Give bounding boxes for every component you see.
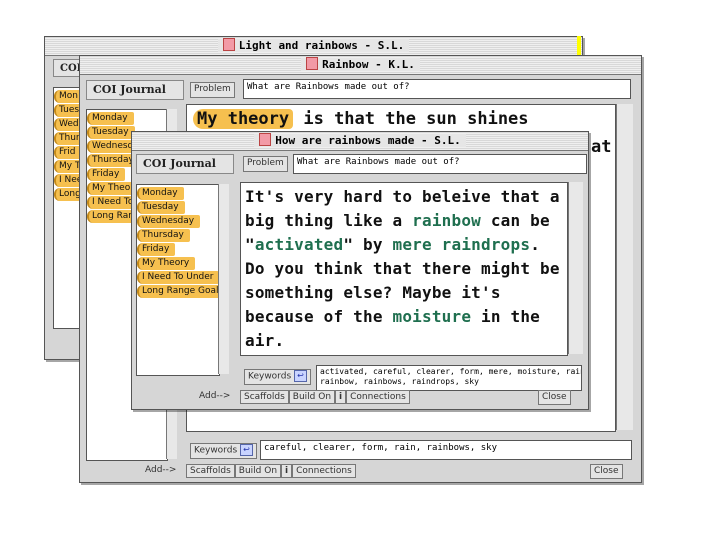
note-body[interactable]: It's very hard to beleive that a big thi… — [240, 182, 568, 356]
keyword-rainbow[interactable]: rainbow — [412, 211, 481, 230]
add-label: Add--> — [199, 391, 231, 401]
add-label: Add--> — [145, 465, 177, 475]
keywords-line1: activated, careful, clearer, form, mere,… — [320, 367, 582, 376]
keyword-activated[interactable]: activated — [255, 235, 344, 254]
problem-field[interactable]: What are Rainbows made out of? — [293, 154, 587, 174]
keywords-line2: rainbow, rainbows, raindrops, sky — [320, 377, 479, 386]
theory-scaffold[interactable]: My theory — [193, 109, 294, 129]
journal-tag-list: Monday Tuesday Wednesday Thursday Friday My T… — [136, 184, 220, 376]
problem-button[interactable]: Problem — [190, 82, 235, 98]
keywords-field[interactable]: activated, careful, clearer, form, mere,… — [316, 365, 582, 391]
scaffolds-button[interactable]: Scaffolds — [240, 390, 289, 404]
close-button[interactable]: Close — [538, 390, 571, 405]
keywords-value: careful, clearer, form, rain, rainbows, … — [264, 443, 497, 453]
problem-field[interactable]: What are Rainbows made out of? — [243, 79, 631, 99]
note-scrollbar[interactable] — [568, 182, 583, 354]
connections-button[interactable]: Connections — [346, 390, 410, 404]
document-icon — [259, 133, 272, 146]
note-text-line1: is that the sun shines — [293, 109, 529, 129]
keywords-button[interactable]: Keywords ↩ — [190, 443, 258, 459]
close-label: Close — [542, 392, 567, 402]
journal-header: COI Journal — [136, 154, 234, 174]
keyword-arrow-icon: ↩ — [240, 444, 254, 456]
journal-tag[interactable]: Tuesday — [87, 126, 135, 139]
info-button[interactable]: i — [335, 390, 347, 404]
build-on-button[interactable]: Build On — [288, 390, 336, 404]
problem-label: Problem — [194, 84, 231, 94]
problem-label: Problem — [247, 158, 284, 168]
keywords-label: Keywords — [194, 445, 238, 456]
journal-header-label: COI Journal — [143, 157, 216, 170]
document-icon — [306, 57, 319, 70]
close-button[interactable]: Close — [590, 464, 623, 479]
keyword-mere-raindrops[interactable]: mere raindrops — [393, 235, 531, 254]
journal-tag[interactable]: Monday — [137, 187, 184, 200]
journal-tag[interactable]: Friday — [87, 168, 126, 181]
journal-tag[interactable]: Monday — [87, 112, 134, 125]
keywords-button[interactable]: Keywords ↩ — [244, 369, 312, 385]
journal-scrollbar[interactable] — [218, 184, 229, 374]
keyword-moisture[interactable]: moisture — [393, 307, 472, 326]
window-titlebar[interactable]: Light and rainbows - S.L. — [45, 37, 582, 56]
journal-header: COI Journal — [86, 80, 184, 100]
note-text: My theory is that the sun shines — [193, 109, 529, 129]
note-scrollbar[interactable] — [616, 104, 633, 430]
window-title: How are rainbows made - S.L. — [275, 134, 461, 147]
bottom-toolbar: Scaffolds Build On i Connections — [240, 390, 410, 404]
info-button[interactable]: i — [281, 464, 293, 478]
build-on-button[interactable]: Build On — [234, 464, 282, 478]
journal-tag[interactable]: Friday — [137, 243, 176, 256]
add-button[interactable]: Add--> — [142, 464, 179, 477]
journal-tag[interactable]: Tuesday — [137, 201, 185, 214]
problem-button[interactable]: Problem — [243, 156, 288, 172]
problem-value: What are Rainbows made out of? — [247, 82, 410, 92]
document-icon — [222, 38, 235, 51]
journal-tag[interactable]: Long Range Goal — [137, 285, 219, 298]
journal-tag[interactable]: Thursday — [137, 229, 190, 242]
journal-tag[interactable]: My Theory — [137, 257, 196, 270]
keywords-label: Keywords — [248, 371, 292, 382]
window-title: Rainbow - K.L. — [322, 58, 415, 71]
window-how-are-rainbows-made: How are rainbows made - S.L. COI Journal… — [131, 131, 589, 410]
note-text: It's very hard to beleive that a big thi… — [245, 187, 560, 350]
window-title: Light and rainbows - S.L. — [238, 39, 405, 52]
problem-value: What are Rainbows made out of? — [297, 157, 460, 167]
connections-button[interactable]: Connections — [292, 464, 356, 478]
add-button[interactable]: Add--> — [196, 390, 233, 403]
journal-tag[interactable]: Wednesday — [137, 215, 201, 228]
journal-header-label: COI Journal — [93, 83, 166, 96]
keyword-arrow-icon: ↩ — [294, 370, 308, 382]
journal-tag[interactable]: Frid — [54, 146, 82, 159]
window-titlebar[interactable]: Rainbow - K.L. — [80, 56, 641, 75]
clipped-text: at — [591, 137, 612, 157]
bottom-toolbar: Scaffolds Build On i Connections — [186, 464, 356, 478]
keywords-field[interactable]: careful, clearer, form, rain, rainbows, … — [260, 440, 632, 460]
scaffolds-button[interactable]: Scaffolds — [186, 464, 235, 478]
journal-tag[interactable]: I Need To Under — [137, 271, 219, 284]
window-titlebar[interactable]: How are rainbows made - S.L. — [132, 132, 588, 151]
close-label: Close — [594, 466, 619, 476]
